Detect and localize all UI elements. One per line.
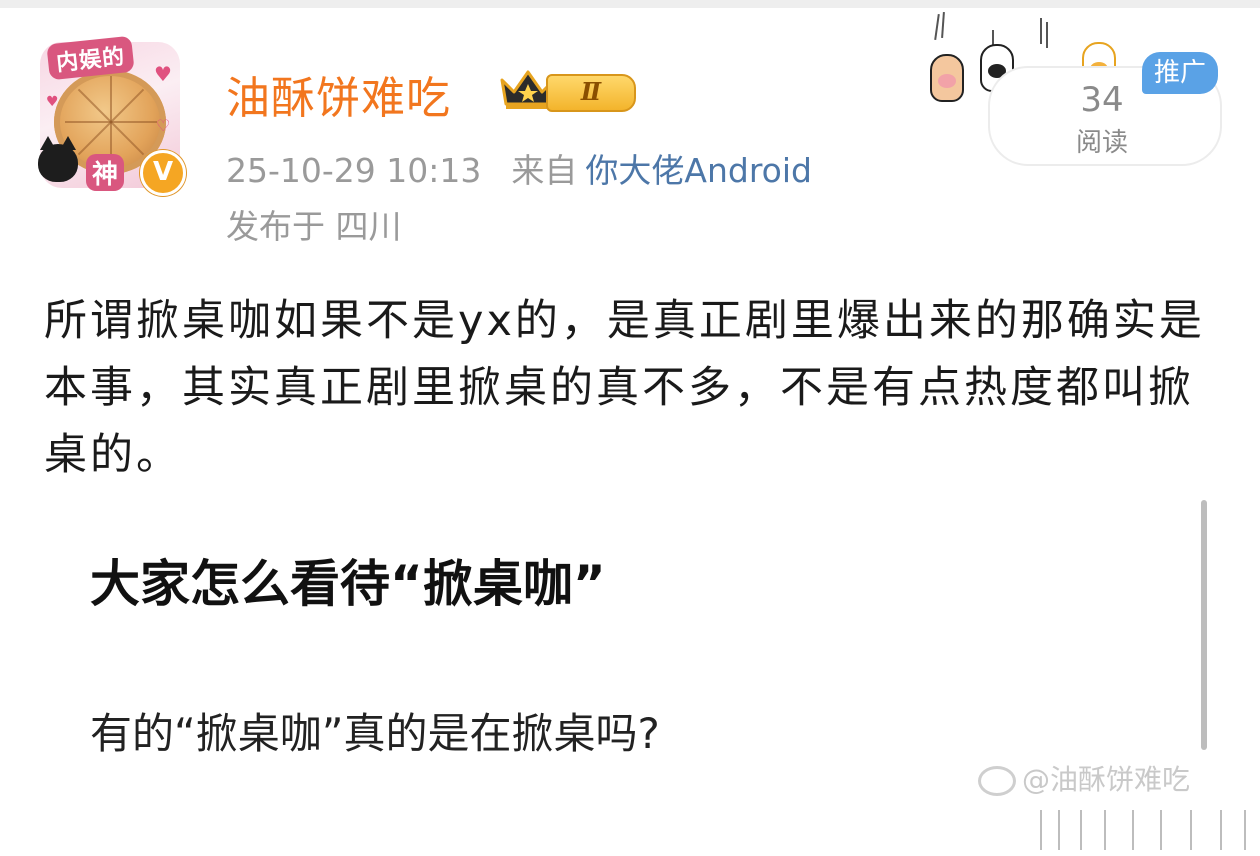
from-label: 来自 [511, 151, 578, 190]
promote-button[interactable]: 推广 [1142, 52, 1218, 94]
reads-count: 34 [1080, 80, 1124, 120]
claw-mark [1040, 18, 1042, 44]
top-divider [0, 0, 1260, 8]
image-scrollbar[interactable] [1201, 500, 1207, 750]
image-watermark: @油酥饼难吃 [978, 758, 1190, 798]
image-card-subtitle: 有的“掀桌咖”真的是在掀桌吗? [90, 709, 660, 758]
avatar-caption-bottom: 神 [86, 154, 125, 191]
paw-icon [930, 54, 964, 102]
image-bottom-edge [1040, 810, 1250, 856]
post-timestamp: 25-10-29 10:13 [226, 151, 482, 190]
post-meta: 25-10-29 10:13 来自 你大佬Android [226, 144, 812, 192]
claw-mark [941, 11, 945, 39]
username[interactable]: 油酥饼难吃 [226, 62, 451, 126]
post-text: 所谓掀桌咖如果不是yx的，是真正剧里爆出来的那确实是本事，其实真正剧里掀桌的真不… [44, 296, 1205, 480]
source-link[interactable]: 你大佬Android [585, 151, 812, 190]
watermark-text: @油酥饼难吃 [1022, 763, 1191, 796]
claw-mark [934, 13, 940, 41]
verified-badge: V [140, 150, 186, 196]
black-cat-icon [38, 136, 78, 182]
heart-icon: ♥ [46, 94, 59, 110]
level-badge: Ⅱ [546, 74, 636, 112]
image-card-title: 大家怎么看待“掀桌咖” [90, 555, 606, 613]
post-location: 发布于 四川 [226, 207, 402, 246]
weibo-logo-icon [978, 766, 1016, 796]
reads-label: 阅读 [1075, 128, 1128, 158]
claw-mark [1046, 22, 1048, 48]
heart-icon: ♥ [154, 62, 172, 86]
heart-icon: ♡ [156, 116, 171, 135]
